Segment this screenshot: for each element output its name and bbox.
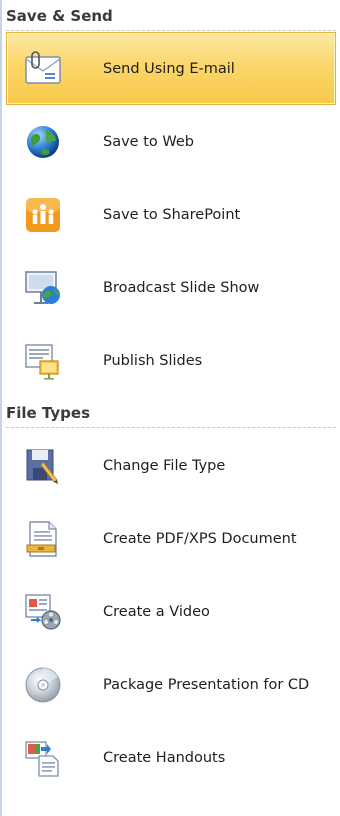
item-save-to-sharepoint[interactable]: Save to SharePoint: [6, 178, 336, 251]
item-label: Package Presentation for CD: [103, 676, 310, 693]
item-label: Save to SharePoint: [103, 206, 241, 223]
item-label: Send Using E-mail: [103, 60, 235, 77]
change-file-type-icon: [21, 444, 65, 488]
item-create-handouts[interactable]: Create Handouts: [6, 721, 336, 794]
item-broadcast-slide-show[interactable]: Broadcast Slide Show: [6, 251, 336, 324]
broadcast-icon: [21, 266, 65, 310]
email-icon: [21, 47, 65, 91]
item-change-file-type[interactable]: Change File Type: [6, 429, 336, 502]
handouts-icon: [21, 736, 65, 780]
item-label: Save to Web: [103, 133, 194, 150]
item-label: Publish Slides: [103, 352, 203, 369]
item-label: Change File Type: [103, 457, 226, 474]
item-package-for-cd[interactable]: Package Presentation for CD: [6, 648, 336, 721]
item-create-video[interactable]: Create a Video: [6, 575, 336, 648]
globe-icon: [21, 120, 65, 164]
item-label: Broadcast Slide Show: [103, 279, 260, 296]
item-publish-slides[interactable]: Publish Slides: [6, 324, 336, 397]
item-save-to-web[interactable]: Save to Web: [6, 105, 336, 178]
cd-icon: [21, 663, 65, 707]
pdf-document-icon: [21, 517, 65, 561]
item-send-using-email[interactable]: Send Using E-mail: [6, 32, 336, 105]
section-header-file-types: File Types: [2, 397, 340, 429]
section-header-save-send: Save & Send: [2, 0, 340, 32]
publish-slides-icon: [21, 339, 65, 383]
item-label: Create a Video: [103, 603, 210, 620]
item-label: Create PDF/XPS Document: [103, 530, 297, 547]
item-label: Create Handouts: [103, 749, 226, 766]
save-send-panel: Save & Send Send Using E-mail Save to We…: [0, 0, 340, 816]
video-icon: [21, 590, 65, 634]
sharepoint-icon: [21, 193, 65, 237]
item-create-pdf-xps[interactable]: Create PDF/XPS Document: [6, 502, 336, 575]
